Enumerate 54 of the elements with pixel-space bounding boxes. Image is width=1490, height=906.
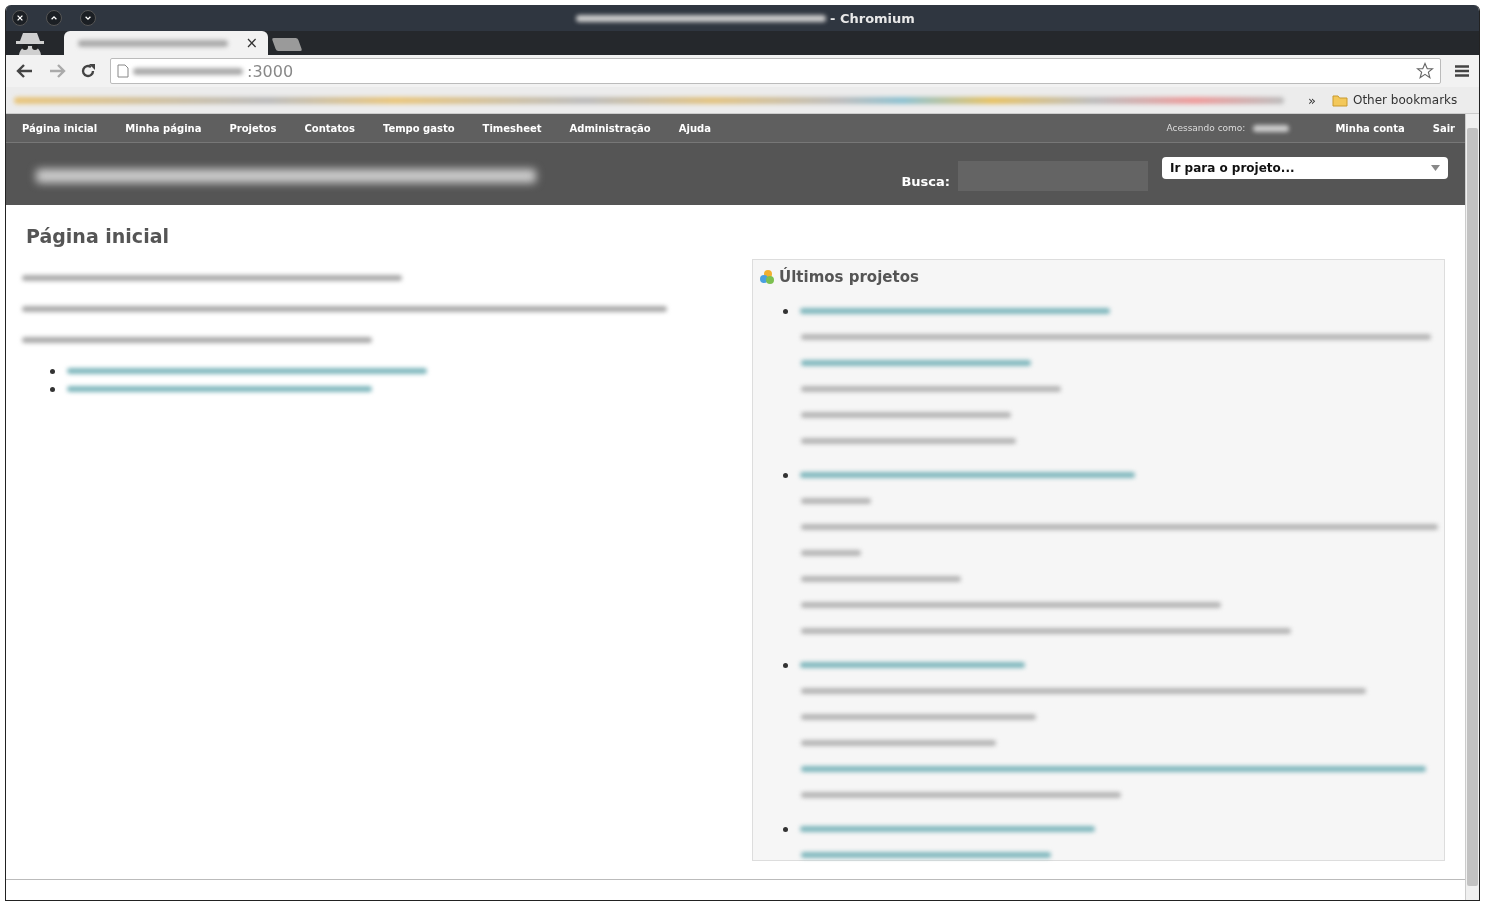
blurred-text bbox=[801, 498, 871, 504]
account-link[interactable]: Sair bbox=[1432, 122, 1455, 134]
menu-icon[interactable] bbox=[1455, 65, 1469, 77]
panel-title: Últimos projetos bbox=[779, 268, 919, 286]
blurred-link[interactable] bbox=[67, 386, 372, 392]
forward-icon[interactable] bbox=[48, 63, 66, 79]
star-icon[interactable] bbox=[1416, 62, 1434, 80]
address-bar[interactable]: :3000 bbox=[110, 58, 1441, 84]
close-icon[interactable] bbox=[12, 10, 28, 26]
bullet-icon bbox=[50, 368, 55, 374]
project-jump-dropdown[interactable]: Ir para o projeto... bbox=[1162, 157, 1448, 179]
top-menu-link[interactable]: Administração bbox=[569, 122, 651, 134]
blurred-link[interactable] bbox=[800, 472, 1135, 478]
back-icon[interactable] bbox=[16, 63, 34, 79]
new-tab-button[interactable] bbox=[271, 38, 303, 51]
window-title: - Chromium bbox=[830, 11, 915, 26]
bullet-icon bbox=[783, 472, 788, 478]
top-menu-link[interactable]: Contatos bbox=[304, 122, 355, 134]
projects-icon bbox=[759, 269, 775, 285]
reload-icon[interactable] bbox=[80, 63, 96, 79]
page-icon bbox=[117, 64, 129, 78]
top-menu-link[interactable]: Timesheet bbox=[482, 122, 542, 134]
bullet-icon bbox=[783, 826, 788, 832]
scrollbar[interactable] bbox=[1465, 114, 1479, 900]
blurred-link[interactable] bbox=[67, 368, 427, 374]
tab-close-button[interactable]: × bbox=[245, 34, 258, 52]
maximize-icon[interactable] bbox=[46, 10, 62, 26]
blurred-link[interactable] bbox=[801, 766, 1426, 772]
top-menu-link[interactable]: Minha página bbox=[125, 122, 202, 134]
bookmarks-overflow-button[interactable]: » bbox=[1308, 92, 1316, 108]
bullet-icon bbox=[50, 386, 55, 392]
top-menu-link[interactable]: Ajuda bbox=[678, 122, 711, 134]
minimize-icon[interactable] bbox=[80, 10, 96, 26]
blurred-text bbox=[1253, 124, 1290, 132]
account-link[interactable]: Minha conta bbox=[1335, 122, 1405, 134]
top-menu-link[interactable]: Tempo gasto bbox=[382, 122, 455, 134]
blurred-link[interactable] bbox=[801, 852, 1051, 858]
blurred-text bbox=[801, 550, 861, 556]
blurred-link[interactable] bbox=[800, 826, 1095, 832]
other-bookmarks-button[interactable]: Other bookmarks bbox=[1331, 93, 1458, 107]
page-title: Página inicial bbox=[26, 225, 170, 247]
search-label: Busca: bbox=[901, 173, 950, 189]
blurred-link[interactable] bbox=[800, 308, 1110, 314]
blurred-link[interactable] bbox=[801, 360, 1031, 366]
folder-icon bbox=[1331, 93, 1348, 107]
logged-in-label: Acessando como: bbox=[1166, 123, 1246, 133]
top-menu-link[interactable]: Página inicial bbox=[22, 122, 98, 134]
blurred-link[interactable] bbox=[800, 662, 1025, 668]
browser-tab[interactable]: × bbox=[64, 31, 268, 55]
bullet-icon bbox=[783, 308, 788, 314]
bullet-icon bbox=[783, 662, 788, 668]
dropdown-caret-icon bbox=[1431, 165, 1440, 171]
top-menu-link[interactable]: Projetos bbox=[229, 122, 277, 134]
url-text: :3000 bbox=[247, 61, 294, 81]
